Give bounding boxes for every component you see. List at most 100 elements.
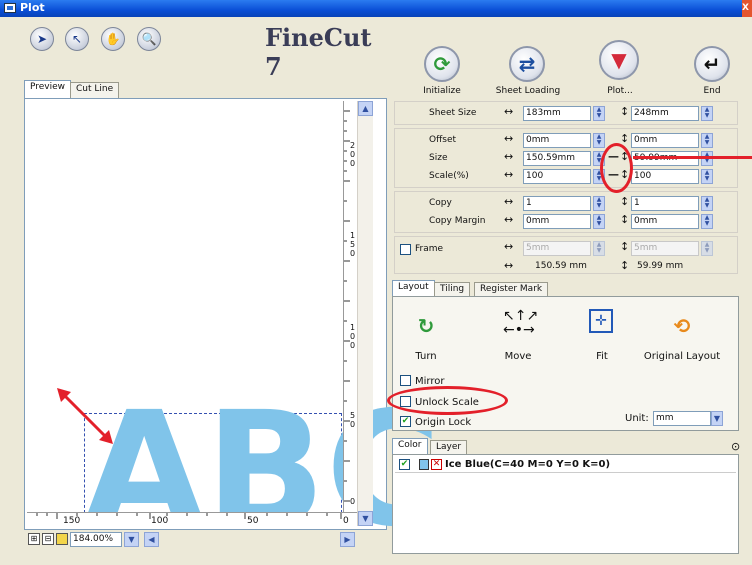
- frame-label: Frame: [415, 244, 444, 254]
- horizontal-ruler: 150 100 50 0: [27, 512, 357, 526]
- vertical-arrow-icon: ↕: [620, 195, 630, 208]
- vertical-arrow-icon: ↕: [620, 132, 630, 145]
- sheet-width-field[interactable]: 183mm: [523, 106, 591, 121]
- fit-icon[interactable]: ✛: [589, 309, 613, 333]
- scale-y-field[interactable]: 100: [631, 169, 699, 184]
- vruler-label: 0: [350, 420, 356, 429]
- copy-margin-y-field[interactable]: 0mm: [631, 214, 699, 229]
- hand-tool-icon[interactable]: ✋: [101, 27, 125, 51]
- vertical-scrollbar[interactable]: ▲ ▼: [357, 101, 373, 526]
- original-layout-icon[interactable]: ⟲: [667, 311, 697, 341]
- spinner-icon[interactable]: ▲ ▼: [701, 133, 713, 148]
- offset-y-field[interactable]: 0mm: [631, 133, 699, 148]
- end-label: End: [703, 86, 721, 96]
- end-button[interactable]: ↵: [694, 46, 730, 82]
- vertical-arrow-icon: ↕: [620, 213, 630, 226]
- mirror-checkbox[interactable]: [400, 375, 411, 386]
- offset-x-field[interactable]: 0mm: [523, 133, 591, 148]
- plot-button[interactable]: ▼: [599, 40, 639, 80]
- origin-lock-checkbox[interactable]: ✔: [400, 416, 411, 427]
- scroll-down-icon[interactable]: ▼: [358, 511, 373, 526]
- zoom-input[interactable]: 184.00%: [70, 532, 122, 547]
- color-list-panel: ✔ ✕ Ice Blue(C=40 M=0 Y=0 K=0): [392, 454, 739, 554]
- scroll-right-icon[interactable]: ▶: [340, 532, 355, 547]
- zoom-tool-icon[interactable]: 🔍: [137, 27, 161, 51]
- copy-y-field[interactable]: 1: [631, 196, 699, 211]
- preview-bottom-bar: ⊞ ⊟ 184.00% ▼ ◀ ▶: [24, 530, 387, 550]
- tab-cut-line[interactable]: Cut Line: [70, 82, 120, 98]
- spinner-icon[interactable]: ▲ ▼: [701, 196, 713, 211]
- frame-y-field[interactable]: 5mm: [631, 241, 699, 256]
- spinner-icon[interactable]: ▲ ▼: [593, 133, 605, 148]
- window-title: Plot: [20, 1, 45, 14]
- grid-view-icon[interactable]: ⊞: [28, 533, 40, 545]
- move-icon[interactable]: ↖↑↗ ←•→: [503, 309, 538, 339]
- scroll-left-icon[interactable]: ◀: [144, 532, 159, 547]
- panel-menu-icon[interactable]: ⊙: [731, 440, 740, 453]
- select-arrow-tool-icon[interactable]: ➤: [30, 27, 54, 51]
- fit-label: Fit: [596, 351, 608, 362]
- close-button[interactable]: X: [742, 0, 752, 17]
- frame-x-field[interactable]: 5mm: [523, 241, 591, 256]
- spinner-icon[interactable]: ▲ ▼: [701, 241, 713, 256]
- spinner-icon[interactable]: ▲ ▼: [701, 169, 713, 184]
- list-item[interactable]: ✔ ✕ Ice Blue(C=40 M=0 Y=0 K=0): [395, 457, 736, 473]
- resize-arrow-annotation: [57, 388, 113, 444]
- cut-off-icon[interactable]: ✕: [431, 459, 442, 470]
- color-swatch: [419, 459, 429, 470]
- turn-icon[interactable]: ↻: [411, 311, 441, 341]
- total-height-value: 59.99 mm: [637, 261, 684, 271]
- direct-select-tool-icon[interactable]: ↖: [65, 27, 89, 51]
- initialize-button[interactable]: ⟳: [424, 46, 460, 82]
- initialize-label: Initialize: [423, 86, 461, 96]
- sheet-height-field[interactable]: 248mm: [631, 106, 699, 121]
- spinner-icon[interactable]: ▲ ▼: [593, 196, 605, 211]
- spinner-icon[interactable]: ▲ ▼: [593, 106, 605, 121]
- copy-label: Copy: [429, 198, 452, 208]
- scale-label: Scale(%): [429, 171, 469, 181]
- vruler-label: 1: [350, 231, 356, 240]
- sheet-size-label: Sheet Size: [429, 108, 477, 118]
- copy-x-field[interactable]: 1: [523, 196, 591, 211]
- zoom-dropdown-icon[interactable]: ▼: [124, 532, 139, 547]
- hruler-label: 150: [63, 516, 81, 526]
- unlock-scale-annotation: [387, 386, 508, 415]
- total-width-value: 150.59 mm: [535, 261, 587, 271]
- preview-canvas[interactable]: ABC: [27, 101, 442, 549]
- size-label: Size: [429, 153, 448, 163]
- plot-label: Plot...: [607, 86, 633, 96]
- size-width-field[interactable]: 150.59mm: [523, 151, 591, 166]
- spinner-icon[interactable]: ▲ ▼: [701, 106, 713, 121]
- offset-label: Offset: [429, 135, 457, 145]
- horizontal-arrow-icon: ↔: [504, 259, 514, 272]
- frame-checkbox[interactable]: [400, 244, 411, 255]
- origin-lock-label: Origin Lock: [415, 417, 472, 428]
- plot-icon: ▼: [611, 48, 627, 72]
- spinner-icon[interactable]: ▲ ▼: [593, 214, 605, 229]
- unit-select[interactable]: mm: [653, 411, 711, 426]
- tab-preview[interactable]: Preview: [24, 80, 72, 98]
- color-visible-checkbox[interactable]: ✔: [399, 459, 410, 470]
- vruler-label: 5: [350, 240, 356, 249]
- spinner-icon[interactable]: ▲ ▼: [701, 214, 713, 229]
- copy-group: Copy ↔ 1 ▲ ▼ ↕ 1 ▲ ▼ Copy Margin ↔ 0mm ▲ ▼ …: [394, 191, 738, 233]
- vruler-label: 0: [350, 150, 356, 159]
- horizontal-arrow-icon: ↔: [504, 168, 514, 181]
- split-view-icon[interactable]: ⊟: [42, 533, 54, 545]
- unit-dropdown-icon[interactable]: ▼: [711, 411, 723, 426]
- vertical-ruler: 2 0 0 1 5 0 1 0 0 5 0 0: [343, 101, 357, 512]
- color-view-icon[interactable]: [56, 533, 68, 545]
- annotation-line: [633, 156, 752, 159]
- copy-margin-x-field[interactable]: 0mm: [523, 214, 591, 229]
- sheet-loading-button[interactable]: ⇄: [509, 46, 545, 82]
- brand-logo: FineCut 7: [265, 23, 372, 81]
- vruler-label: 5: [350, 411, 356, 420]
- scroll-up-icon[interactable]: ▲: [358, 101, 373, 116]
- vertical-arrow-icon: ↕: [620, 259, 630, 272]
- vertical-arrow-icon: ↕: [620, 105, 630, 118]
- horizontal-arrow-icon: ↔: [504, 105, 514, 118]
- scale-x-field[interactable]: 100: [523, 169, 591, 184]
- sheet-loading-label: Sheet Loading: [495, 86, 561, 96]
- refresh-icon: ⟳: [433, 52, 451, 76]
- spinner-icon[interactable]: ▲ ▼: [593, 241, 605, 256]
